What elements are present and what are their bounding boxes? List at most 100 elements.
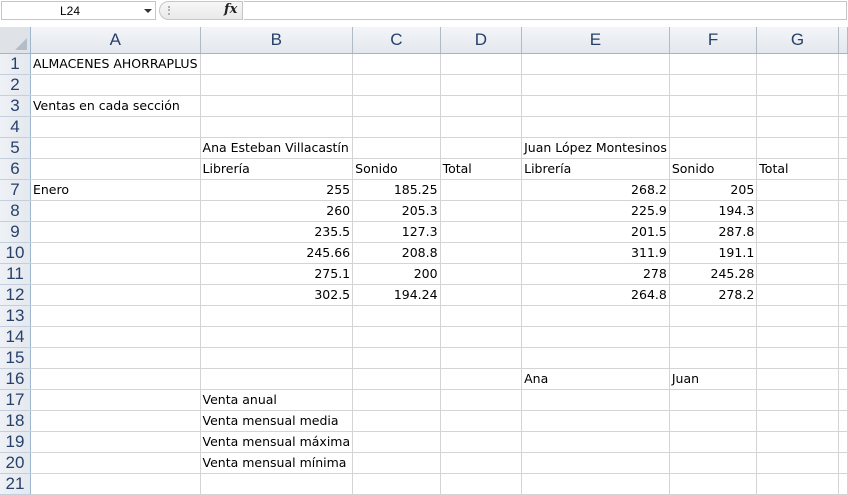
cell-partial[interactable] [838,95,848,117]
cell-c13[interactable] [352,305,441,327]
cell-f2[interactable] [669,74,758,96]
row-header[interactable]: 14 [0,326,31,348]
cell-a11[interactable] [30,263,201,285]
cell-g17[interactable] [756,389,839,411]
cell-g6[interactable]: Total [756,158,839,180]
cell-d6[interactable]: Total [440,158,523,180]
cell-b20[interactable]: Venta mensual mínima [200,452,354,474]
row-header[interactable]: 4 [0,116,31,138]
column-header-c[interactable]: C [352,27,441,54]
cell-b14[interactable] [200,326,354,348]
cell-e11[interactable]: 278 [521,263,670,285]
cell-d10[interactable] [440,242,523,264]
cell-c1[interactable] [352,53,441,75]
cell-g3[interactable] [756,95,839,117]
cell-c11[interactable]: 200 [352,263,441,285]
cell-f16[interactable]: Juan [669,368,758,390]
cell-b3[interactable] [200,95,354,117]
cell-d19[interactable] [440,431,523,453]
column-header-partial[interactable] [838,27,848,54]
cell-a4[interactable] [30,116,201,138]
formula-input[interactable] [244,1,847,20]
row-header[interactable]: 12 [0,284,31,306]
cell-c20[interactable] [352,452,441,474]
cell-b5[interactable]: Ana Esteban Villacastín [200,137,354,159]
cell-partial[interactable] [838,242,848,264]
insert-function-icon[interactable]: fx [224,2,237,17]
cell-b21[interactable] [200,473,354,495]
cell-g20[interactable] [756,452,839,474]
cell-c12[interactable]: 194.24 [352,284,441,306]
row-header[interactable]: 21 [0,473,31,495]
cell-a20[interactable] [30,452,201,474]
cell-e20[interactable] [521,452,670,474]
cell-a3[interactable]: Ventas en cada sección [30,95,201,117]
cell-b10[interactable]: 245.66 [200,242,354,264]
cell-f15[interactable] [669,347,758,369]
row-header[interactable]: 6 [0,158,31,180]
cell-c7[interactable]: 185.25 [352,179,441,201]
cell-partial[interactable] [838,473,848,495]
name-box[interactable]: L24 [1,1,156,20]
cell-a14[interactable] [30,326,201,348]
cell-f1[interactable] [669,53,758,75]
cell-f12[interactable]: 278.2 [669,284,758,306]
row-header[interactable]: 3 [0,95,31,117]
row-header[interactable]: 17 [0,389,31,411]
cell-a8[interactable] [30,200,201,222]
cell-c10[interactable]: 208.8 [352,242,441,264]
cell-d12[interactable] [440,284,523,306]
cell-f17[interactable] [669,389,758,411]
cell-g21[interactable] [756,473,839,495]
cell-f10[interactable]: 191.1 [669,242,758,264]
cell-f18[interactable] [669,410,758,432]
cell-b13[interactable] [200,305,354,327]
cell-e18[interactable] [521,410,670,432]
cell-f9[interactable]: 287.8 [669,221,758,243]
cell-f4[interactable] [669,116,758,138]
cell-d14[interactable] [440,326,523,348]
cell-c14[interactable] [352,326,441,348]
cell-partial[interactable] [838,326,848,348]
column-header-a[interactable]: A [30,27,201,54]
cell-a15[interactable] [30,347,201,369]
cell-b11[interactable]: 275.1 [200,263,354,285]
cell-partial[interactable] [838,410,848,432]
cell-a7[interactable]: Enero [30,179,201,201]
cell-b2[interactable] [200,74,354,96]
cell-f11[interactable]: 245.28 [669,263,758,285]
cell-b7[interactable]: 255 [200,179,354,201]
name-box-dropdown-icon[interactable] [144,9,152,13]
cell-e7[interactable]: 268.2 [521,179,670,201]
cell-g2[interactable] [756,74,839,96]
cell-g16[interactable] [756,368,839,390]
cell-g14[interactable] [756,326,839,348]
cell-f3[interactable] [669,95,758,117]
column-header-e[interactable]: E [521,27,670,54]
cell-partial[interactable] [838,158,848,180]
cell-g13[interactable] [756,305,839,327]
row-header[interactable]: 1 [0,53,31,75]
select-all-button[interactable] [0,27,31,54]
cell-a2[interactable] [30,74,201,96]
cell-a18[interactable] [30,410,201,432]
cell-partial[interactable] [838,200,848,222]
cell-f5[interactable] [669,137,758,159]
row-header[interactable]: 2 [0,74,31,96]
cell-c5[interactable] [352,137,441,159]
cell-e6[interactable]: Librería [521,158,670,180]
cell-a12[interactable] [30,284,201,306]
cell-e19[interactable] [521,431,670,453]
cell-partial[interactable] [838,347,848,369]
cell-a1[interactable]: ALMACENES AHORRAPLUS [30,53,201,75]
cell-partial[interactable] [838,137,848,159]
cell-g15[interactable] [756,347,839,369]
cell-d9[interactable] [440,221,523,243]
cell-b15[interactable] [200,347,354,369]
row-header[interactable]: 18 [0,410,31,432]
cell-e2[interactable] [521,74,670,96]
cell-c2[interactable] [352,74,441,96]
cell-e21[interactable] [521,473,670,495]
cell-a5[interactable] [30,137,201,159]
cell-c9[interactable]: 127.3 [352,221,441,243]
